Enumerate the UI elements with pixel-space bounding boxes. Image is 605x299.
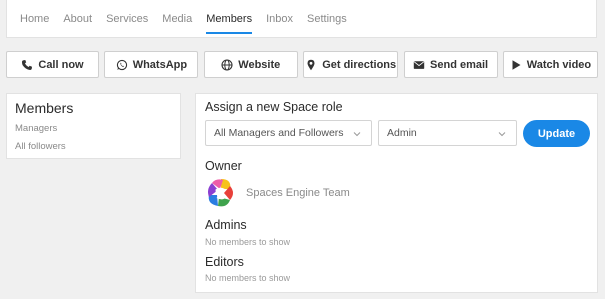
members-sidebar: Members Managers All followers: [6, 93, 181, 159]
send-email-button[interactable]: Send email: [403, 51, 498, 78]
globe-icon: [221, 58, 233, 71]
whatsapp-button[interactable]: WhatsApp: [104, 51, 199, 78]
play-icon: [510, 59, 522, 71]
tab-home[interactable]: Home: [13, 0, 56, 38]
tab-services[interactable]: Services: [99, 0, 155, 38]
sidebar-link-managers[interactable]: Managers: [15, 123, 172, 134]
get-directions-button[interactable]: Get directions: [303, 51, 399, 78]
get-directions-label: Get directions: [322, 58, 397, 71]
role-select[interactable]: Admin: [378, 120, 517, 146]
audience-select[interactable]: All Managers and Followers: [205, 120, 372, 146]
tab-inbox[interactable]: Inbox: [259, 0, 300, 38]
tab-members[interactable]: Members: [199, 0, 259, 38]
whatsapp-icon: [116, 59, 128, 71]
owner-entry[interactable]: Spaces Engine Team: [205, 177, 350, 209]
tab-about[interactable]: About: [56, 0, 99, 38]
update-button[interactable]: Update: [523, 120, 590, 147]
tab-settings[interactable]: Settings: [300, 0, 354, 38]
envelope-icon: [413, 59, 425, 71]
owner-heading: Owner: [205, 159, 242, 173]
call-now-button[interactable]: Call now: [6, 51, 99, 78]
editors-heading: Editors: [205, 255, 244, 269]
whatsapp-label: WhatsApp: [132, 58, 188, 71]
sidebar-title: Members: [15, 100, 74, 116]
watch-video-label: Watch video: [526, 58, 592, 71]
chevron-down-icon: [498, 129, 506, 137]
watch-video-button[interactable]: Watch video: [502, 51, 598, 78]
admins-empty-text: No members to show: [205, 237, 291, 247]
action-buttons-bar: Call now WhatsApp Website Get directions…: [6, 51, 598, 78]
audience-select-value: All Managers and Followers: [214, 127, 344, 139]
role-select-value: Admin: [387, 127, 417, 139]
phone-icon: [21, 59, 33, 71]
editors-empty-text: No members to show: [205, 273, 291, 283]
sidebar-link-all-followers[interactable]: All followers: [15, 141, 172, 152]
chevron-down-icon: [353, 129, 361, 137]
assign-role-heading: Assign a new Space role: [205, 100, 343, 114]
spaces-engine-logo-icon: [205, 177, 237, 209]
admins-heading: Admins: [205, 218, 247, 232]
map-pin-icon: [305, 59, 317, 71]
owner-name: Spaces Engine Team: [246, 187, 350, 199]
website-button[interactable]: Website: [203, 51, 298, 78]
website-label: Website: [238, 58, 281, 71]
call-now-label: Call now: [38, 58, 84, 71]
tab-media[interactable]: Media: [155, 0, 199, 38]
members-nav-tabs: Home About Services Media Members Inbox …: [6, 0, 597, 38]
roles-panel: Assign a new Space role All Managers and…: [195, 93, 598, 293]
send-email-label: Send email: [430, 58, 489, 71]
